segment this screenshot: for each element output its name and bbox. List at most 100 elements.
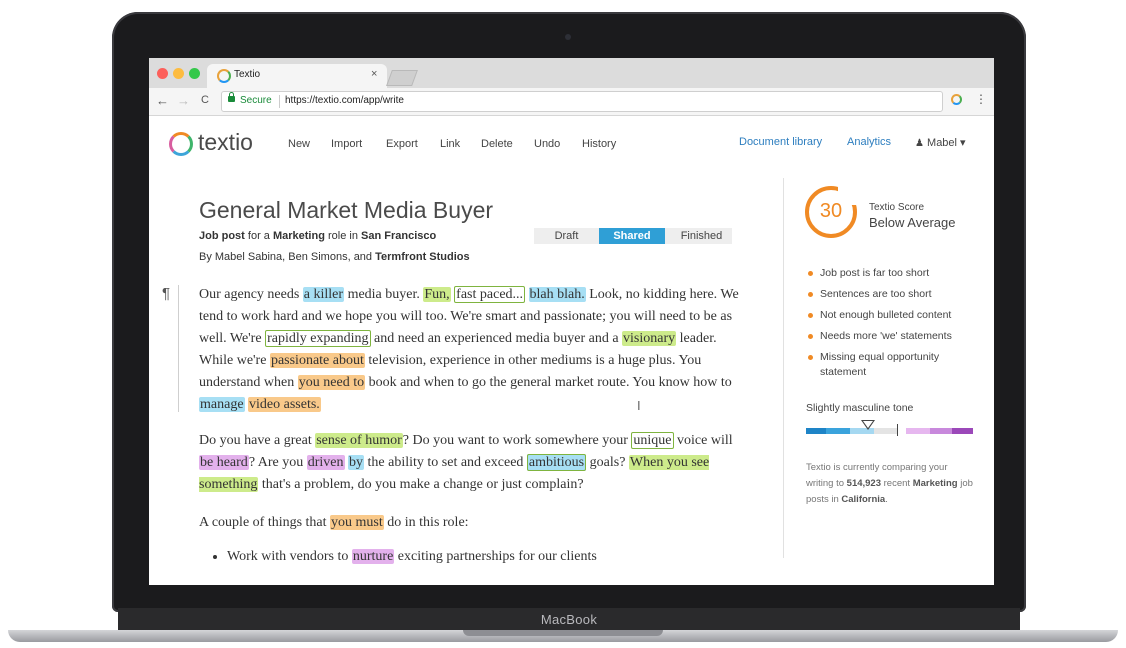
window-minimize-button[interactable] [173, 68, 184, 79]
highlight-phrase[interactable]: manage [199, 397, 245, 412]
laptop-brand-label: MacBook [540, 612, 598, 627]
nav-history[interactable]: History [582, 138, 616, 150]
list-item[interactable]: Work with vendors to nurture exciting pa… [227, 549, 747, 565]
url-text[interactable]: https://textio.com/app/write [285, 95, 404, 106]
score-rating: Below Average [869, 215, 956, 230]
tone-label: Slightly masculine tone [806, 402, 914, 414]
role-category: Marketing [272, 230, 325, 242]
text-span: media buyer. [344, 287, 424, 302]
pilcrow-icon: ¶ [162, 285, 171, 302]
nav-new[interactable]: New [288, 138, 310, 150]
subtitle-text: for a [244, 230, 273, 242]
highlight-phrase[interactable]: nurture [351, 549, 395, 564]
score-gauge: 30 [805, 185, 858, 238]
tone-segment [930, 428, 952, 434]
logo-text: textio [198, 129, 253, 155]
textio-favicon-icon [217, 69, 231, 83]
paragraph-marker [178, 285, 179, 412]
tone-meter [806, 428, 973, 434]
highlight-phrase[interactable]: fast paced... [454, 286, 526, 303]
highlight-phrase[interactable]: visionary [622, 331, 677, 346]
document-title[interactable]: General Market Media Buyer [199, 197, 493, 224]
text-span: do in this role: [383, 515, 469, 530]
nav-delete[interactable]: Delete [481, 138, 513, 150]
text-span: book and when to go the general market r… [365, 375, 732, 390]
status-steps: Draft Shared Finished [534, 228, 732, 244]
highlight-phrase[interactable]: ambitious [526, 454, 587, 471]
browser-menu-icon[interactable]: ⋮ [975, 92, 987, 106]
back-arrow-icon[interactable]: ← [156, 93, 169, 108]
window-zoom-button[interactable] [189, 68, 200, 79]
tab-close-icon[interactable]: × [371, 68, 377, 80]
new-tab-button[interactable] [386, 70, 418, 86]
text-span: voice will [673, 433, 733, 448]
comparison-note: Textio is currently comparing your writi… [806, 460, 976, 508]
highlight-phrase[interactable]: passionate about [269, 353, 365, 368]
reload-icon[interactable]: C [201, 94, 209, 106]
bullet-list[interactable]: Work with vendors to nurture exciting pa… [211, 549, 747, 565]
tone-segment [906, 428, 930, 434]
paragraph-3[interactable]: A couple of things that you must do in t… [199, 512, 739, 534]
security-label: Secure [240, 95, 272, 106]
post-type: Job post [199, 230, 245, 242]
highlight-phrase[interactable]: Fun, [423, 287, 451, 302]
person-icon: ♟ [915, 138, 924, 149]
laptop-notch [463, 630, 663, 636]
screen: Textio × ← → C Secure https://textio.com… [149, 58, 994, 585]
text-span: Work with vendors to [227, 549, 352, 564]
text-span: ? Do you want to work somewhere your [402, 433, 632, 448]
text-span: A couple of things that [199, 515, 331, 530]
text-span: . [885, 494, 888, 505]
address-bar[interactable]: Secure https://textio.com/app/write [221, 91, 943, 112]
sidebar-divider [783, 178, 784, 558]
score-value: 30 [819, 200, 843, 222]
highlight-phrase[interactable]: sense of humor [315, 433, 403, 448]
issue-item[interactable]: Not enough bulleted content [806, 308, 981, 323]
highlight-phrase[interactable]: you must [330, 515, 384, 530]
tone-segment [826, 428, 850, 434]
text-span: Do you have a great [199, 433, 316, 448]
tone-segment [806, 428, 826, 434]
user-name: Mabel ▾ [927, 137, 966, 149]
issue-item[interactable]: Missing equal opportunity statement [806, 350, 981, 380]
user-menu[interactable]: ♟ Mabel ▾ [915, 136, 966, 149]
highlight-phrase[interactable]: you need to [297, 375, 366, 390]
analytics-link[interactable]: Analytics [847, 136, 891, 148]
highlight-phrase[interactable]: be heard [199, 455, 249, 470]
highlight-phrase[interactable]: blah blah. [528, 287, 586, 302]
status-finished[interactable]: Finished [665, 228, 732, 244]
paragraph-1[interactable]: Our agency needs a killer media buyer. F… [199, 284, 739, 416]
nav-undo[interactable]: Undo [534, 138, 560, 150]
highlight-phrase[interactable]: unique [631, 432, 674, 449]
nav-link[interactable]: Link [440, 138, 460, 150]
text-span: recent [881, 478, 913, 489]
company-name: Termfront Studios [375, 251, 470, 263]
issue-item[interactable]: Needs more 'we' statements [806, 329, 981, 344]
forward-arrow-icon[interactable]: → [177, 93, 190, 108]
app-header: textio New Import Export Link Delete Und… [149, 116, 994, 172]
document-subtitle: Job post for a Marketing role in San Fra… [199, 230, 436, 242]
status-shared[interactable]: Shared [599, 228, 673, 244]
textio-extension-icon[interactable] [951, 94, 962, 105]
nav-export[interactable]: Export [386, 138, 418, 150]
highlight-phrase[interactable]: rapidly expanding [265, 330, 371, 347]
paragraph-2[interactable]: Do you have a great sense of humor? Do y… [199, 430, 739, 496]
address-divider [279, 95, 280, 108]
textio-logo-icon [169, 132, 193, 156]
text-span: Our agency needs [199, 287, 303, 302]
issue-item[interactable]: Job post is far too short [806, 266, 981, 281]
highlight-phrase[interactable]: a killer [302, 287, 345, 302]
text-span: exciting partnerships for our clients [394, 549, 597, 564]
highlight-phrase[interactable]: driven [306, 455, 345, 470]
comparison-category: Marketing [912, 478, 958, 489]
tab-title: Textio [234, 69, 261, 80]
browser-tab[interactable]: Textio × [207, 64, 387, 88]
highlight-phrase[interactable]: video assets. [248, 397, 321, 412]
highlight-phrase[interactable]: by [348, 455, 365, 470]
window-close-button[interactable] [157, 68, 168, 79]
document-library-link[interactable]: Document library [739, 136, 822, 148]
tone-segment [874, 428, 898, 434]
status-draft[interactable]: Draft [534, 228, 599, 244]
nav-import[interactable]: Import [331, 138, 362, 150]
issue-item[interactable]: Sentences are too short [806, 287, 981, 302]
